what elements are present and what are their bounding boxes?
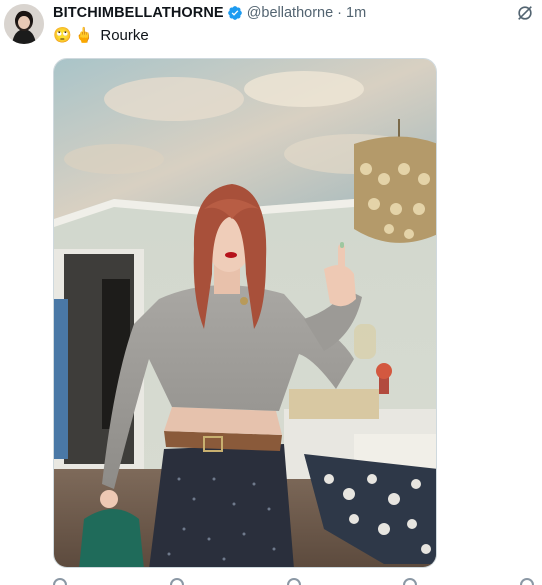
tweet-photo[interactable] [53,58,437,568]
like-icon[interactable] [286,578,301,585]
separator-dot: · [337,5,343,21]
reply-icon[interactable] [53,578,67,585]
timestamp[interactable]: 1m [346,5,366,21]
retweet-icon[interactable] [169,578,184,585]
middle-finger-emoji: 🖕 [74,26,94,44]
grok-icon[interactable] [516,4,534,22]
tweet-header: BITCHIMBELLATHORNE @bellathorne · 1m [53,3,366,23]
face-with-rolling-eyes-emoji: 🙄 [53,26,72,44]
bookmark-icon[interactable] [520,578,534,585]
verified-badge-icon [227,5,243,21]
user-handle[interactable]: @bellathorne [247,5,333,21]
tweet-text: 🙄 🖕 Rourke [53,26,149,44]
tweet-body: Rourke [100,26,149,44]
views-icon[interactable] [403,578,418,585]
tweet-actions-bar [53,578,534,585]
avatar[interactable] [4,4,44,44]
tweet-article[interactable]: BITCHIMBELLATHORNE @bellathorne · 1m 🙄 🖕… [0,0,542,585]
display-name[interactable]: BITCHIMBELLATHORNE [53,5,224,21]
